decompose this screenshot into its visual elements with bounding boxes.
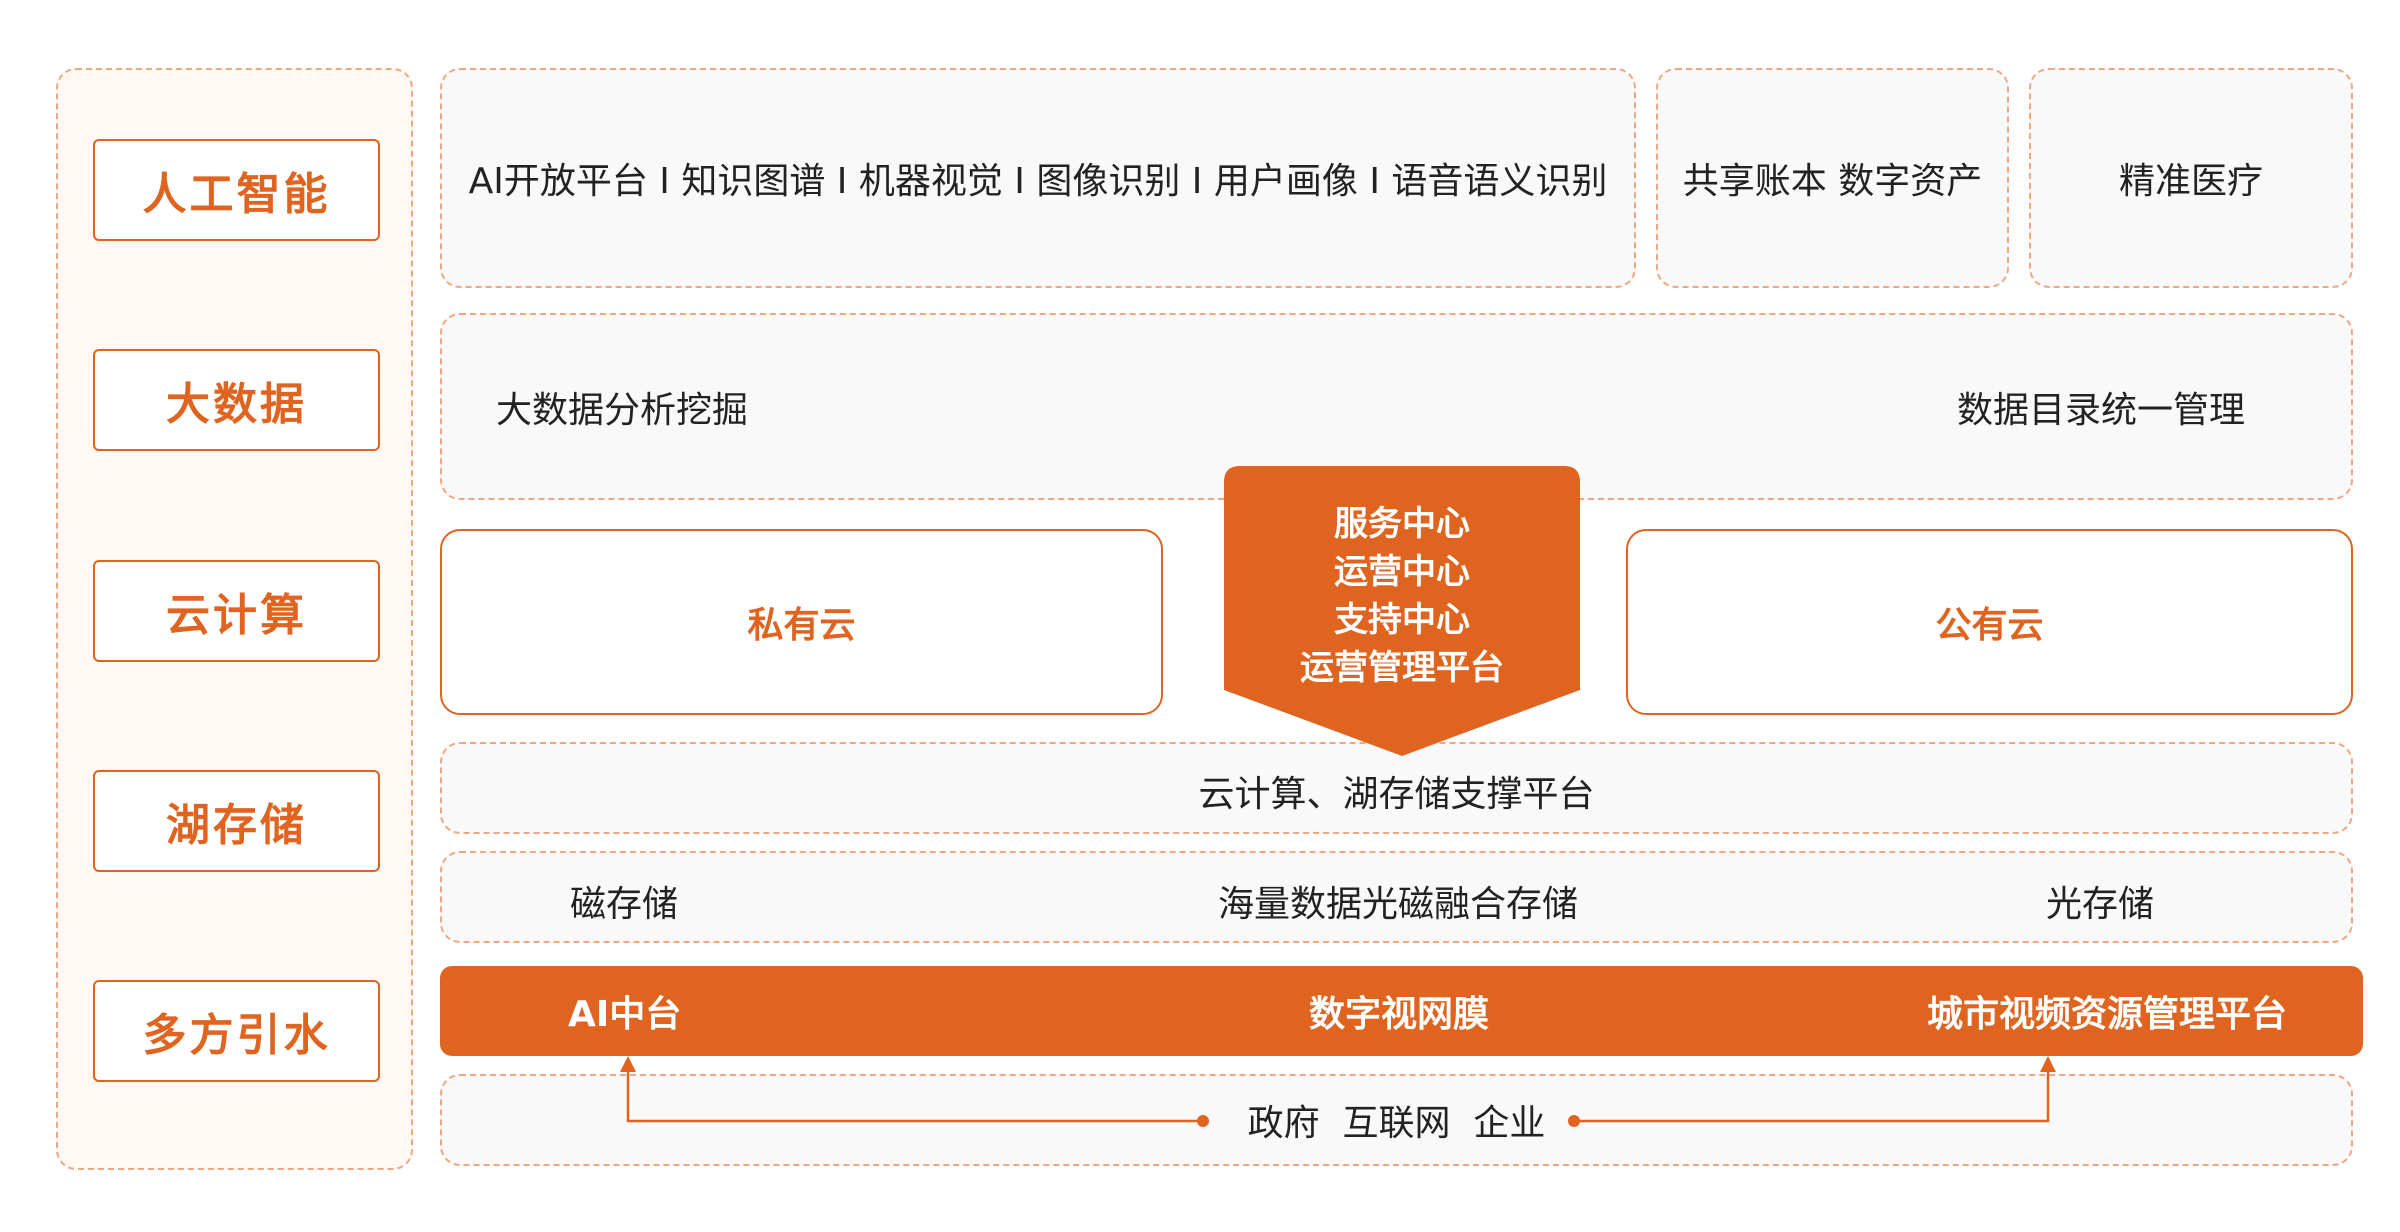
operations-platform-label: 运营管理平台 [1300,648,1504,688]
operations-center-label: 运营中心 [1334,552,1470,592]
middle-platform-bar: AI中台 数字视网膜 城市视频资源管理平台 [440,966,2363,1056]
category-ai: 人工智能 [93,139,380,241]
public-cloud-box: 公有云 [1626,529,2353,715]
storage-panel: 磁存储 海量数据光磁融合存储 光存储 [440,851,2353,943]
sources-panel: 政府 互联网 企业 [440,1074,2353,1166]
optical-storage-text: 光存储 [2046,884,2155,925]
category-cloud-computing: 云计算 [93,560,380,662]
category-multi-source: 多方引水 [93,980,380,1082]
support-center-label: 支持中心 [1334,600,1470,640]
category-big-data: 大数据 [93,349,380,451]
ai-middle-platform-label: AI中台 [568,994,682,1035]
right-arrow-head [2040,1056,2056,1072]
ledger-panel: 共享账本 数字资产 [1656,68,2009,288]
medical-panel: 精准医疗 [2029,68,2353,288]
private-cloud-label: 私有云 [747,605,856,646]
hybrid-storage-text: 海量数据光磁融合存储 [1218,884,1579,925]
magnetic-storage-text: 磁存储 [570,884,679,925]
category-lake-storage: 湖存储 [93,770,380,872]
left-arrow-head [620,1056,636,1072]
ledger-text: 共享账本 数字资产 [1682,161,1983,202]
support-platform-text: 云计算、湖存储支撑平台 [1198,774,1595,815]
public-cloud-label: 公有云 [1935,605,2044,646]
digital-retina-label: 数字视网膜 [1309,994,1490,1035]
private-cloud-box: 私有云 [440,529,1163,715]
service-center-label: 服务中心 [1334,504,1470,544]
data-catalog-text: 数据目录统一管理 [1956,390,2245,431]
operations-center-block: 服务中心 运营中心 支持中心 运营管理平台 [1224,466,1580,761]
medical-text: 精准医疗 [2118,161,2263,202]
city-video-platform-label: 城市视频资源管理平台 [1927,994,2288,1035]
ai-capabilities-panel: AI开放平台 I 知识图谱 I 机器视觉 I 图像识别 I 用户画像 I 语音语… [440,68,1636,288]
big-data-analysis-text: 大数据分析挖掘 [496,390,749,431]
sources-text: 政府 互联网 企业 [1247,1103,1546,1144]
ai-capabilities-text: AI开放平台 I 知识图谱 I 机器视觉 I 图像识别 I 用户画像 I 语音语… [468,161,1608,202]
